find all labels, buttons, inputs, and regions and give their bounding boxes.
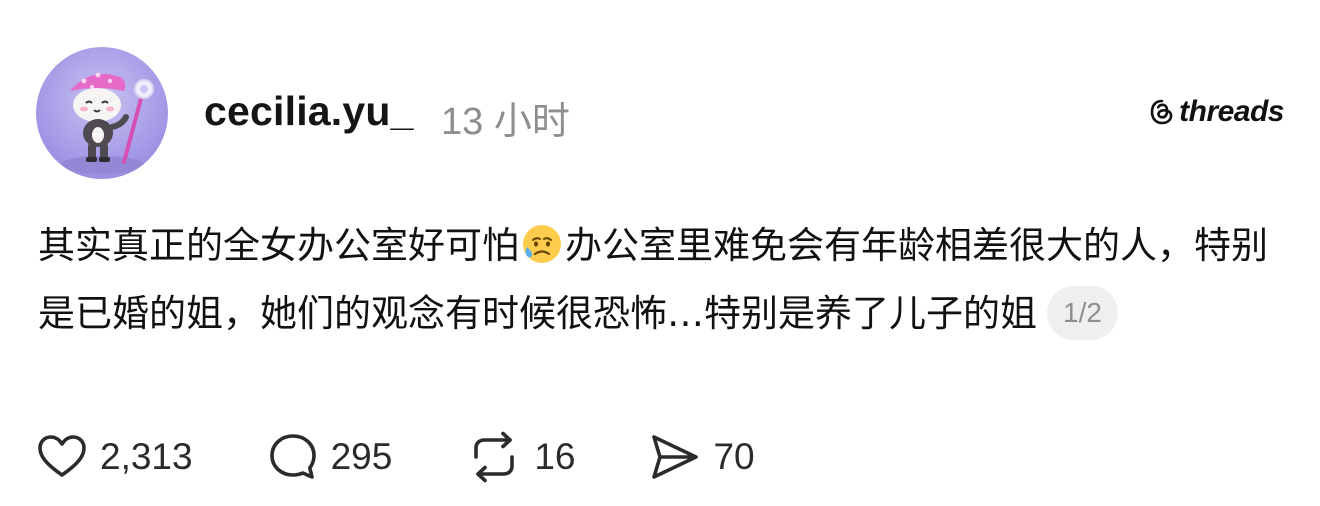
avatar-cartoon-icon xyxy=(60,72,154,174)
author-avatar[interactable] xyxy=(36,47,168,179)
comment-bubble-icon xyxy=(269,434,316,479)
threads-wordmark: threads xyxy=(1179,95,1284,128)
post-timestamp: 13 小时 xyxy=(441,101,570,143)
repost-arrows-icon xyxy=(474,431,515,483)
threads-logo-icon xyxy=(1150,99,1173,125)
like-count: 2,313 xyxy=(100,436,193,477)
repost-count: 16 xyxy=(534,436,576,477)
reply-count: 295 xyxy=(330,436,393,477)
author-username[interactable]: cecilia.yu_ xyxy=(204,88,414,135)
repost-button[interactable]: 16 xyxy=(466,431,575,483)
post-body: 其实真正的全女办公室好可怕 办公室里难免会有年龄相差很大的人，特别是已婚的姐，她… xyxy=(38,212,1288,348)
threads-brand: threads xyxy=(1148,95,1284,129)
like-button[interactable]: 2,313 xyxy=(36,431,193,483)
sad-relieved-face-emoji-icon xyxy=(521,223,563,265)
post-text-part1: 其实真正的全女办公室好可怕 xyxy=(38,224,519,267)
send-plane-icon xyxy=(652,435,699,479)
share-count: 70 xyxy=(713,436,755,477)
page-indicator-badge[interactable]: 1/2 xyxy=(1047,286,1118,340)
reply-button[interactable]: 295 xyxy=(267,431,393,483)
heart-icon xyxy=(38,435,86,477)
share-button[interactable]: 70 xyxy=(649,431,755,483)
post-actions: 2,313 295 16 70 xyxy=(36,431,829,483)
